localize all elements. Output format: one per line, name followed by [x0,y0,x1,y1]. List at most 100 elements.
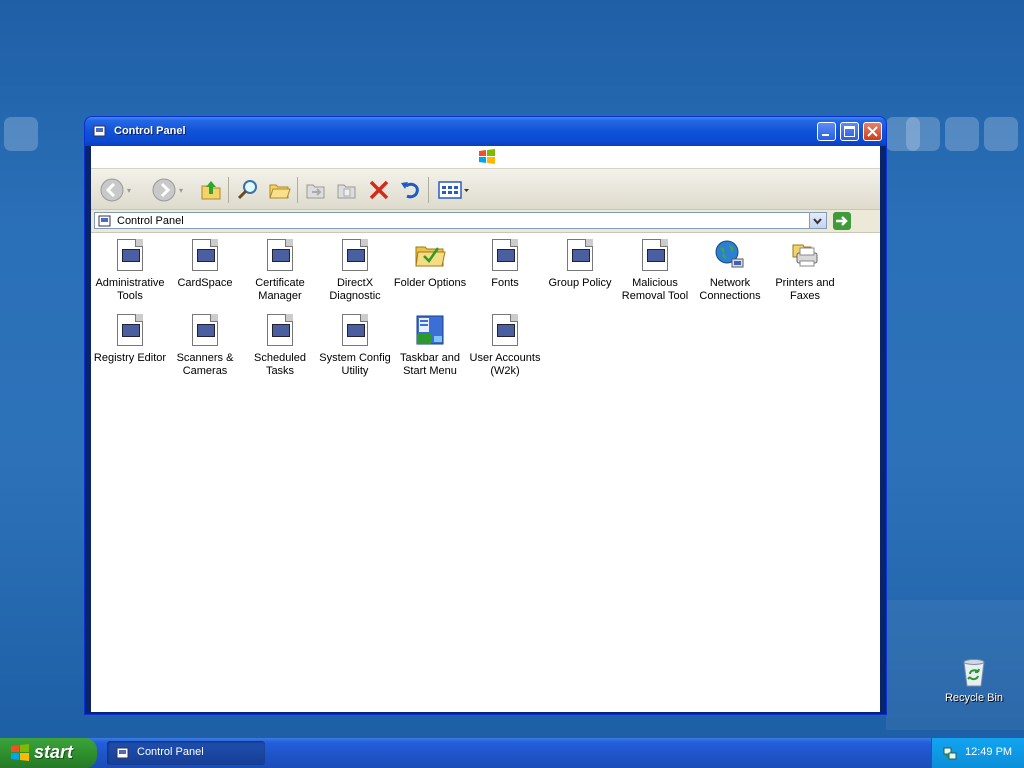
list-item[interactable]: Taskbar and Start Menu [392,314,468,378]
taskbar-button-control-panel[interactable]: Control Panel [107,741,265,765]
address-dropdown-button[interactable] [809,213,826,228]
undo-button[interactable] [397,177,423,203]
forward-button[interactable] [151,177,177,203]
list-item[interactable]: Fonts [467,239,543,290]
desktop-tile [906,117,940,151]
maximize-button[interactable] [840,122,859,141]
list-item[interactable]: User Accounts (W2k) [467,314,543,378]
control-panel-icon [98,215,111,227]
list-item[interactable]: DirectX Diagnostic [317,239,393,303]
document-app-icon [192,314,218,346]
item-label: Fonts [491,277,519,289]
start-button[interactable]: start [0,738,97,768]
item-label: Printers and Faxes [775,277,835,302]
desktop-tile [945,117,979,151]
search-icon [237,180,257,200]
item-label: Certificate Manager [255,277,305,302]
document-app-icon [267,239,293,271]
list-item[interactable]: Administrative Tools [92,239,168,303]
item-label: Scanners & Cameras [176,352,234,377]
delete-icon [369,180,389,200]
taskbar: start Control Panel 12:49 PM [0,738,1024,768]
list-item[interactable]: Scheduled Tasks [242,314,318,378]
document-app-icon [117,314,143,346]
document-app-icon [192,239,218,271]
windows-logo-icon [11,744,29,761]
network-tray-icon[interactable] [942,745,958,761]
control-panel-icon [93,125,106,137]
toolbar-separator [297,177,298,203]
back-dropdown[interactable]: ▾ [124,177,134,203]
item-label: Folder Options [393,277,467,289]
address-input[interactable]: Control Panel [94,212,827,229]
recycle-bin-icon [963,659,985,687]
folders-button[interactable] [267,177,293,203]
list-item[interactable]: Malicious Removal Tool [617,239,693,303]
up-folder-icon [201,181,221,200]
toolbar-separator [228,177,229,203]
item-label: Scheduled Tasks [254,352,306,377]
document-app-icon [492,239,518,271]
list-item[interactable]: Scanners & Cameras [167,314,243,378]
go-arrow-icon [836,216,848,226]
document-app-icon [567,239,593,271]
recycle-bin[interactable]: Recycle Bin [942,656,1006,704]
printer-icon [792,244,818,267]
views-button[interactable] [436,177,472,203]
document-app-icon [342,314,368,346]
desktop-tile [984,117,1018,151]
item-label: System Config Utility [319,352,391,377]
window-client: ▾ ▾ Control Panel Administrative Tools C… [91,146,880,712]
undo-icon [401,182,419,199]
list-item[interactable]: Printers and Faxes [767,239,843,303]
desktop-tile [4,117,38,151]
address-text: Control Panel [117,215,184,227]
network-connections-icon [715,240,744,268]
list-item[interactable]: Folder Options [392,239,468,290]
taskbar-button-label: Control Panel [137,746,204,758]
list-item[interactable]: Network Connections [692,239,768,303]
folders-icon [269,184,291,199]
copy-to-button[interactable] [334,177,360,203]
list-item[interactable]: CardSpace [167,239,243,290]
minimize-button[interactable] [817,122,836,141]
list-item[interactable]: Certificate Manager [242,239,318,303]
clock[interactable]: 12:49 PM [965,746,1012,758]
copy-to-icon [337,184,356,199]
forward-arrow-icon [152,178,176,202]
control-panel-icon [116,747,129,759]
move-to-button[interactable] [303,177,329,203]
list-item[interactable]: Group Policy [542,239,618,290]
item-label: CardSpace [177,277,233,289]
toolbar-separator [428,177,429,203]
toolbar: ▾ ▾ [91,169,880,210]
list-item[interactable]: System Config Utility [317,314,393,378]
logo-bar [91,146,880,169]
recycle-bin-label: Recycle Bin [944,692,1004,704]
forward-dropdown[interactable]: ▾ [176,177,186,203]
up-folder-button[interactable] [198,177,224,203]
file-list: Administrative Tools CardSpace Certifica… [91,233,880,712]
windows-logo-icon [479,149,495,164]
views-icon [438,181,469,199]
start-label: start [34,742,74,762]
search-button[interactable] [235,177,261,203]
go-button[interactable] [833,212,851,230]
item-label: Registry Editor [93,352,167,364]
back-button[interactable] [99,177,125,203]
chevron-down-icon [813,218,822,225]
document-app-icon [492,314,518,346]
list-item[interactable]: Registry Editor [92,314,168,365]
document-app-icon [642,239,668,271]
delete-button[interactable] [366,177,392,203]
item-label: Network Connections [699,277,761,302]
item-label: Group Policy [548,277,612,289]
document-app-icon [267,314,293,346]
taskbar-icon [416,315,444,345]
item-label: Taskbar and Start Menu [400,352,460,377]
address-bar: Control Panel [91,210,880,233]
folder-options-icon [415,246,446,267]
window-titlebar[interactable]: Control Panel [85,117,886,146]
close-button[interactable] [863,122,882,141]
item-label: Administrative Tools [95,277,165,302]
